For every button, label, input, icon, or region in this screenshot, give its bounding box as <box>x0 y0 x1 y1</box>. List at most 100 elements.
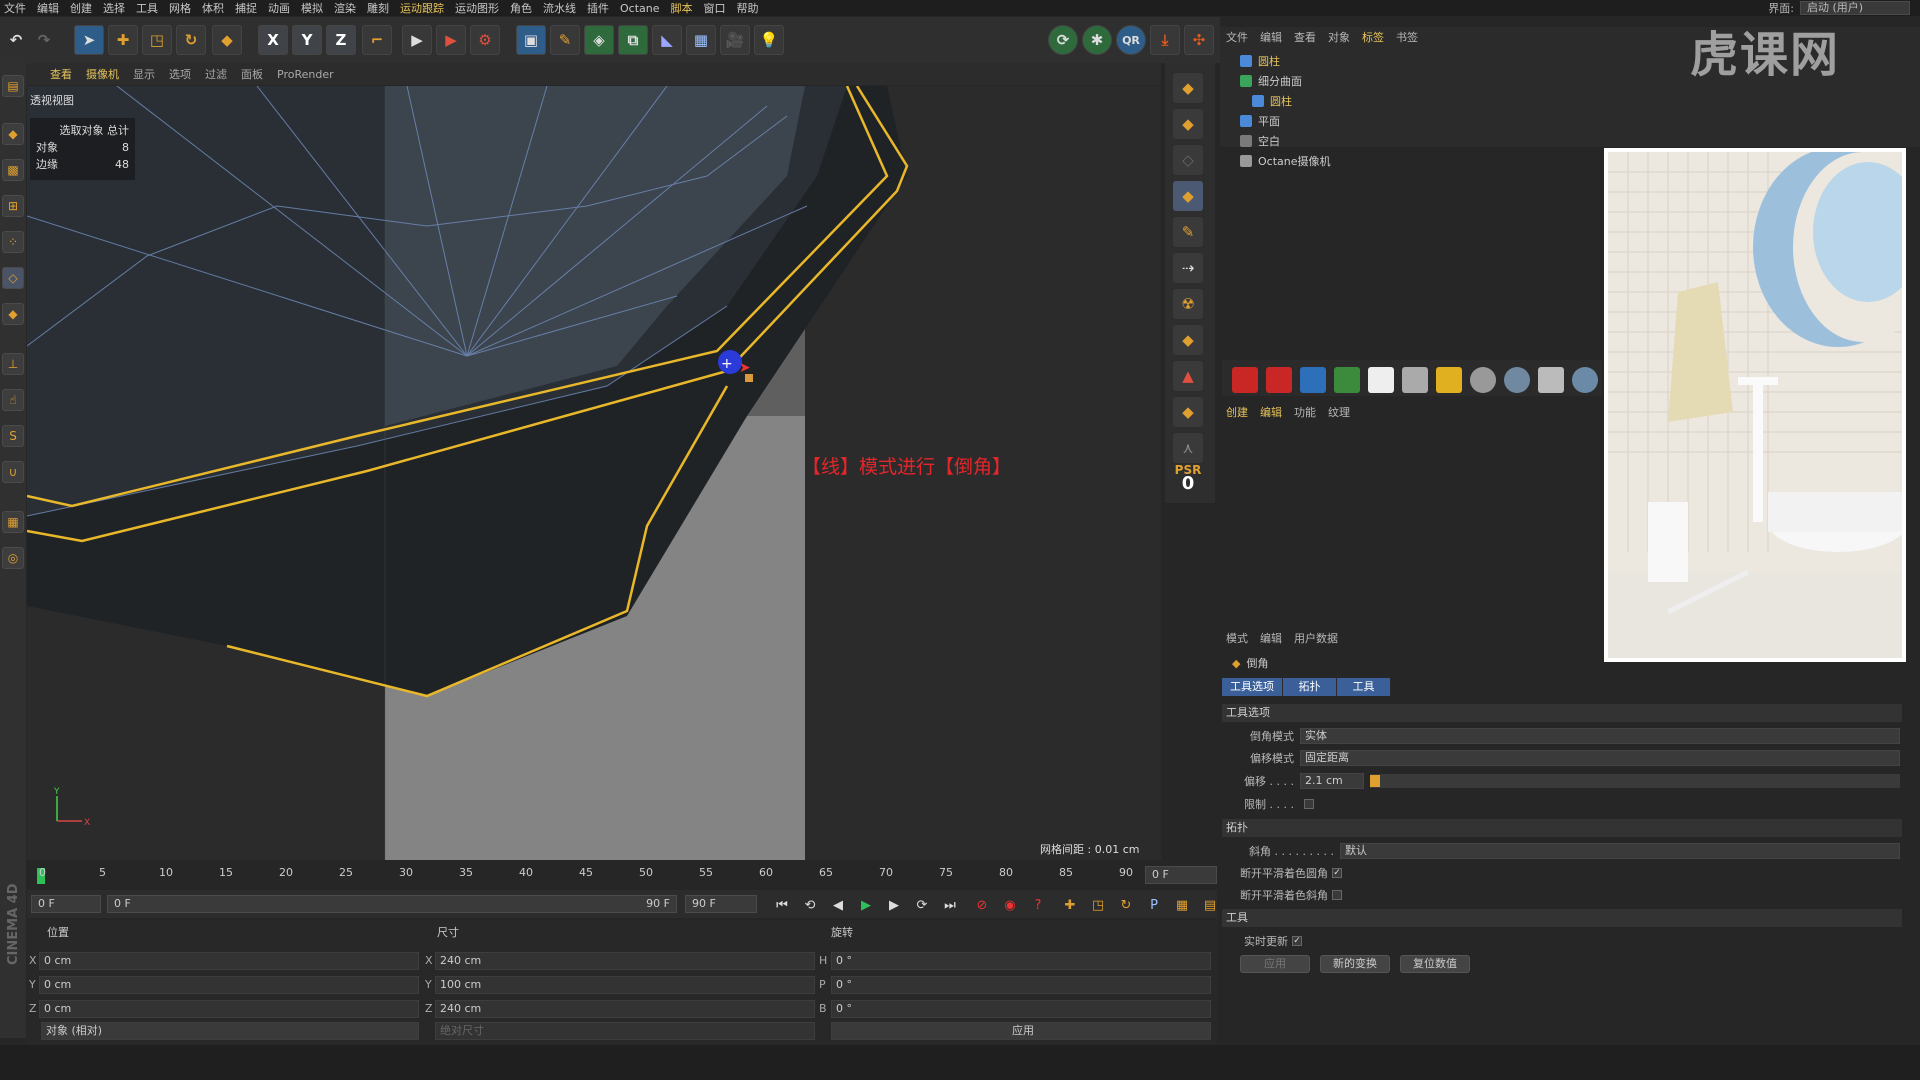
render-picture-viewer-icon[interactable]: ▶ <box>436 25 466 55</box>
triangulate-icon[interactable]: ▲ <box>1173 361 1203 391</box>
weld-icon[interactable]: ⋏ <box>1173 433 1203 463</box>
object-manager-menu-item[interactable]: 编辑 <box>1260 29 1282 45</box>
layout-selector[interactable]: 界面: 启动 (用户) <box>1768 0 1910 16</box>
render-view-icon[interactable]: ▶ <box>402 25 432 55</box>
attribute-menu-item[interactable]: 模式 <box>1226 630 1248 646</box>
snap-icon[interactable]: S <box>2 425 24 447</box>
material-menu-item[interactable]: 创建 <box>1226 404 1248 420</box>
break-miter-checkbox[interactable] <box>1332 890 1342 900</box>
viewport-menu-item[interactable]: 过滤 <box>205 66 227 82</box>
menu-item[interactable]: 网格 <box>169 0 191 16</box>
position-y-input[interactable]: 0 cm <box>39 976 419 994</box>
octane-render-icon[interactable] <box>1232 367 1258 393</box>
size-y-input[interactable]: 100 cm <box>435 976 815 994</box>
menu-item[interactable]: 渲染 <box>334 0 356 16</box>
redo-icon[interactable]: ↷ <box>32 25 56 55</box>
render-settings-icon[interactable]: ⚙ <box>470 25 500 55</box>
cube-primitive-icon[interactable]: ▣ <box>516 25 546 55</box>
material-menu-item[interactable]: 纹理 <box>1328 404 1350 420</box>
menu-item[interactable]: 捕捉 <box>235 0 257 16</box>
octane-target-icon[interactable] <box>1402 367 1428 393</box>
menu-item[interactable]: 脚本 <box>671 0 693 16</box>
limit-checkbox[interactable] <box>1304 799 1314 809</box>
cloner-icon[interactable]: ⧉ <box>618 25 648 55</box>
keyframe-selection-icon[interactable]: ? <box>1027 894 1049 916</box>
current-frame-field[interactable]: 0 F <box>31 895 101 913</box>
object-row[interactable]: 平面 <box>1240 112 1280 130</box>
object-manager-menu-item[interactable]: 标签 <box>1362 29 1384 45</box>
viewport-menu-item[interactable]: 面板 <box>241 66 263 82</box>
floor-icon[interactable]: ▦ <box>686 25 716 55</box>
deformer-icon[interactable]: ◣ <box>652 25 682 55</box>
x-axis-lock-icon[interactable]: X <box>258 25 288 55</box>
offset-slider[interactable] <box>1370 774 1900 788</box>
prev-key-icon[interactable]: ⟲ <box>799 894 821 916</box>
rotation-b-input[interactable]: 0 ° <box>831 1000 1211 1018</box>
coordinate-mode-dropdown[interactable]: 对象 (相对) <box>41 1022 419 1040</box>
object-manager-menu-item[interactable]: 文件 <box>1226 29 1248 45</box>
object-row[interactable]: 圆柱 <box>1252 92 1292 110</box>
material-glossy-icon[interactable] <box>1504 367 1530 393</box>
model-mode-icon[interactable]: ◆ <box>2 123 24 145</box>
viewport-menu-item[interactable]: 摄像机 <box>86 66 119 82</box>
drop-icon[interactable]: ⤓ <box>1150 25 1180 55</box>
make-editable-icon[interactable]: ▤ <box>2 75 24 97</box>
magnet-icon[interactable]: ∪ <box>2 461 24 483</box>
autokey-icon[interactable]: ◉ <box>999 894 1021 916</box>
realtime-checkbox[interactable]: ✓ <box>1292 936 1302 946</box>
size-x-input[interactable]: 240 cm <box>435 952 815 970</box>
bevel-mode-dropdown[interactable]: 实体 <box>1300 728 1900 744</box>
attribute-menu-item[interactable]: 编辑 <box>1260 630 1282 646</box>
menu-item[interactable]: 模拟 <box>301 0 323 16</box>
key-scale-icon[interactable]: ◳ <box>1087 894 1109 916</box>
tab-tool-options[interactable]: 工具选项 <box>1222 678 1283 696</box>
viewport-menu-item[interactable]: 显示 <box>133 66 155 82</box>
psr-indicator[interactable]: PSR 0 <box>1167 463 1209 493</box>
preview-range-slider[interactable]: 0 F 90 F <box>107 895 677 913</box>
offset-slider-handle[interactable] <box>1370 775 1380 787</box>
coordinate-system-icon[interactable]: ⌐ <box>362 25 392 55</box>
tab-tool[interactable]: 工具 <box>1337 678 1391 696</box>
pen-spline-icon[interactable]: ✎ <box>550 25 580 55</box>
radiation-icon[interactable]: ☢ <box>1173 289 1203 319</box>
octane-settings-icon[interactable]: ✱ <box>1082 25 1112 55</box>
break-round-checkbox[interactable]: ✓ <box>1332 868 1342 878</box>
coords-apply-button[interactable]: 应用 <box>831 1022 1211 1040</box>
octane-sun-icon[interactable] <box>1436 367 1462 393</box>
timeline-end-field[interactable]: 0 F <box>1145 866 1217 884</box>
octane-camera-icon[interactable] <box>1266 367 1292 393</box>
polygons-mode-icon[interactable]: ◆ <box>2 303 24 325</box>
record-icon[interactable]: ⊘ <box>971 894 993 916</box>
cube-tool-2-icon[interactable]: ◆ <box>1173 109 1203 139</box>
object-row[interactable]: 细分曲面 <box>1240 72 1302 90</box>
knife-tool-icon[interactable]: ✎ <box>1173 217 1203 247</box>
miter-dropdown[interactable]: 默认 <box>1340 843 1900 859</box>
polygon-pen-icon[interactable]: ◆ <box>1173 397 1203 427</box>
scale-tool-icon[interactable]: ◳ <box>142 25 172 55</box>
material-specular-icon[interactable] <box>1572 367 1598 393</box>
menu-item[interactable]: 选择 <box>103 0 125 16</box>
apply-button[interactable]: 应用 <box>1240 955 1310 973</box>
cube-disabled-icon[interactable]: ◇ <box>1173 145 1203 175</box>
bevel-tool-icon[interactable]: ◆ <box>1173 181 1203 211</box>
goto-start-icon[interactable]: ⏮ <box>771 894 793 916</box>
play-icon[interactable]: ▶ <box>855 894 877 916</box>
section-topology[interactable]: 拓扑 <box>1222 819 1902 837</box>
key-parameter-icon[interactable]: P <box>1143 894 1165 916</box>
size-z-input[interactable]: 240 cm <box>435 1000 815 1018</box>
menu-item[interactable]: 创建 <box>70 0 92 16</box>
offset-mode-dropdown[interactable]: 固定距离 <box>1300 750 1900 766</box>
attribute-menu-item[interactable]: 用户数据 <box>1294 630 1338 646</box>
undo-icon[interactable]: ↶ <box>4 25 28 55</box>
octane-env-icon[interactable] <box>1300 367 1326 393</box>
object-manager-menu-item[interactable]: 书签 <box>1396 29 1418 45</box>
tweak-mode-icon[interactable]: ☝ <box>2 389 24 411</box>
section-tool[interactable]: 工具 <box>1222 909 1902 927</box>
recent-tool-icon[interactable]: ◆ <box>212 25 242 55</box>
position-x-input[interactable]: 0 cm <box>39 952 419 970</box>
viewport-menu-item[interactable]: 选项 <box>169 66 191 82</box>
texture-mode-icon[interactable]: ▩ <box>2 159 24 181</box>
rotation-p-input[interactable]: 0 ° <box>831 976 1211 994</box>
y-axis-lock-icon[interactable]: Y <box>292 25 322 55</box>
timeline-ruler[interactable]: 0 5 10 15 20 25 30 35 40 45 50 55 60 65 70 75 80 85 90 0 F <box>27 862 1217 888</box>
